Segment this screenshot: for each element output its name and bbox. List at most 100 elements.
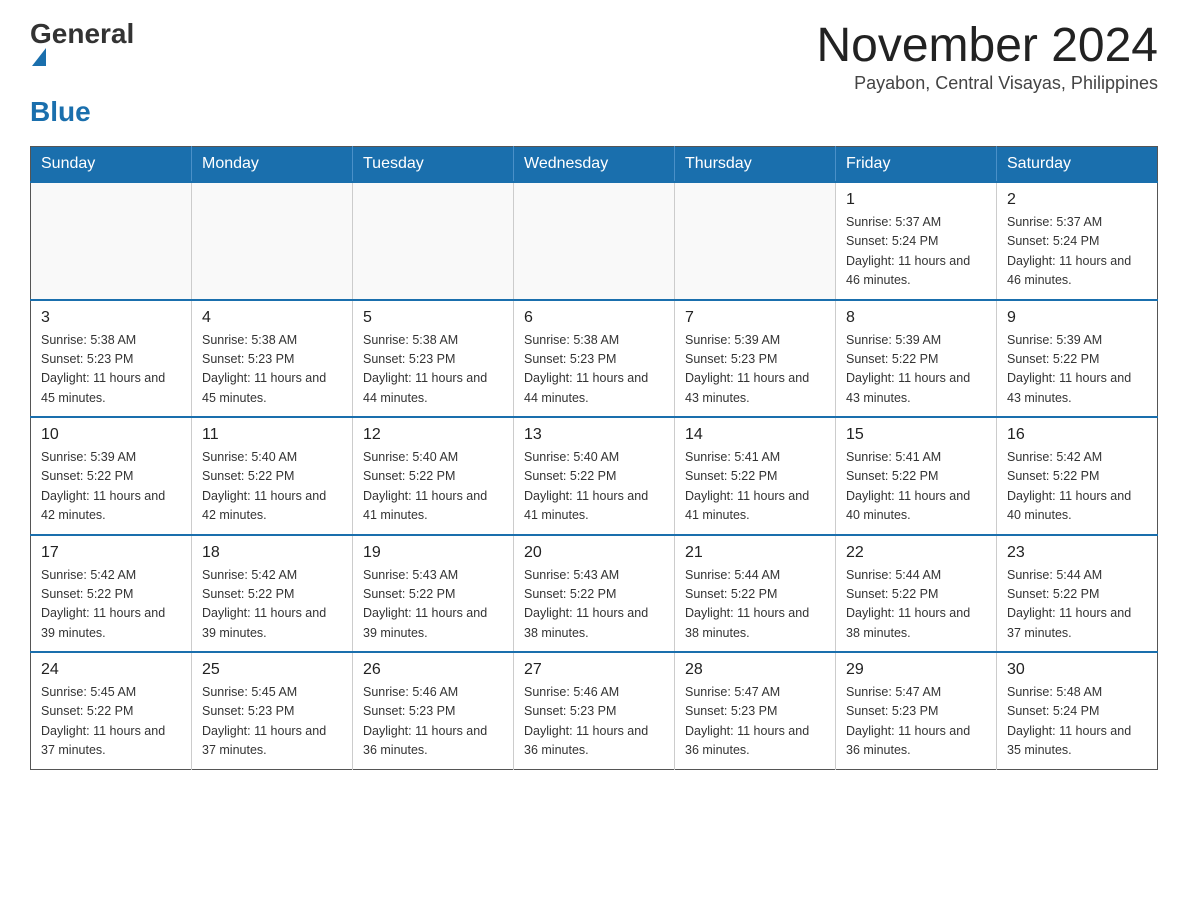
page-header: General Blue November 2024 Payabon, Cent… xyxy=(30,20,1158,126)
calendar-cell: 9Sunrise: 5:39 AM Sunset: 5:22 PM Daylig… xyxy=(997,300,1158,418)
day-info: Sunrise: 5:38 AM Sunset: 5:23 PM Dayligh… xyxy=(41,331,181,409)
calendar-cell: 20Sunrise: 5:43 AM Sunset: 5:22 PM Dayli… xyxy=(514,535,675,653)
day-number: 29 xyxy=(846,661,986,679)
calendar-cell: 21 Sunrise: 5:44 AM Sunset: 5:22 PM Dayli… xyxy=(675,535,836,653)
day-info: Sunrise: 5:47 AM Sunset: 5:23 PM Dayligh… xyxy=(685,683,825,761)
calendar-cell: 27Sunrise: 5:46 AM Sunset: 5:23 PM Dayli… xyxy=(514,652,675,769)
calendar-cell xyxy=(514,182,675,300)
calendar-cell: 17 Sunrise: 5:42 AM Sunset: 5:22 PM Dayli… xyxy=(31,535,192,653)
calendar-cell: 11 Sunrise: 5:40 AM Sunset: 5:22 PM Dayli… xyxy=(192,417,353,535)
day-of-week-header: Wednesday xyxy=(514,147,675,183)
calendar-cell: 3 Sunrise: 5:38 AM Sunset: 5:23 PM Daylig… xyxy=(31,300,192,418)
calendar-cell: 4 Sunrise: 5:38 AM Sunset: 5:23 PM Daylig… xyxy=(192,300,353,418)
day-info: Sunrise: 5:40 AM Sunset: 5:22 PM Dayligh… xyxy=(524,448,664,526)
day-number: 13 xyxy=(524,426,664,444)
day-info: Sunrise: 5:45 AM Sunset: 5:23 PM Dayligh… xyxy=(202,683,342,761)
day-info: Sunrise: 5:40 AM Sunset: 5:22 PM Dayligh… xyxy=(202,448,342,526)
calendar-cell: 13 Sunrise: 5:40 AM Sunset: 5:22 PM Dayli… xyxy=(514,417,675,535)
day-number: 5 xyxy=(363,309,503,327)
day-number: 11 xyxy=(202,426,342,444)
calendar-cell: 14Sunrise: 5:41 AM Sunset: 5:22 PM Dayli… xyxy=(675,417,836,535)
page-subtitle: Payabon, Central Visayas, Philippines xyxy=(816,73,1158,94)
day-number: 21 xyxy=(685,544,825,562)
calendar-cell: 24 Sunrise: 5:45 AM Sunset: 5:22 PM Dayli… xyxy=(31,652,192,769)
calendar-cell: 10 Sunrise: 5:39 AM Sunset: 5:22 PM Dayli… xyxy=(31,417,192,535)
calendar-cell: 19 Sunrise: 5:43 AM Sunset: 5:22 PM Dayli… xyxy=(353,535,514,653)
calendar-cell: 15Sunrise: 5:41 AM Sunset: 5:22 PM Dayli… xyxy=(836,417,997,535)
day-info: Sunrise: 5:43 AM Sunset: 5:22 PM Dayligh… xyxy=(363,566,503,644)
day-number: 16 xyxy=(1007,426,1147,444)
day-info: Sunrise: 5:43 AM Sunset: 5:22 PM Dayligh… xyxy=(524,566,664,644)
logo: General Blue xyxy=(30,20,134,126)
day-info: Sunrise: 5:44 AM Sunset: 5:22 PM Dayligh… xyxy=(846,566,986,644)
calendar-cell xyxy=(353,182,514,300)
logo-blue-text: Blue xyxy=(30,96,91,127)
day-number: 27 xyxy=(524,661,664,679)
day-number: 7 xyxy=(685,309,825,327)
day-info: Sunrise: 5:38 AM Sunset: 5:23 PM Dayligh… xyxy=(202,331,342,409)
day-info: Sunrise: 5:42 AM Sunset: 5:22 PM Dayligh… xyxy=(1007,448,1147,526)
day-info: Sunrise: 5:37 AM Sunset: 5:24 PM Dayligh… xyxy=(846,213,986,291)
day-number: 19 xyxy=(363,544,503,562)
calendar-cell: 7 Sunrise: 5:39 AM Sunset: 5:23 PM Daylig… xyxy=(675,300,836,418)
calendar-cell xyxy=(675,182,836,300)
calendar-week-row: 10 Sunrise: 5:39 AM Sunset: 5:22 PM Dayli… xyxy=(31,417,1158,535)
logo-triangle-icon xyxy=(32,48,46,66)
day-of-week-header: Thursday xyxy=(675,147,836,183)
day-info: Sunrise: 5:44 AM Sunset: 5:22 PM Dayligh… xyxy=(1007,566,1147,644)
day-info: Sunrise: 5:48 AM Sunset: 5:24 PM Dayligh… xyxy=(1007,683,1147,761)
day-number: 18 xyxy=(202,544,342,562)
day-of-week-header: Tuesday xyxy=(353,147,514,183)
day-info: Sunrise: 5:37 AM Sunset: 5:24 PM Dayligh… xyxy=(1007,213,1147,291)
calendar-week-row: 3 Sunrise: 5:38 AM Sunset: 5:23 PM Daylig… xyxy=(31,300,1158,418)
calendar-cell: 28 Sunrise: 5:47 AM Sunset: 5:23 PM Dayli… xyxy=(675,652,836,769)
logo-general-text: General xyxy=(30,18,134,49)
day-info: Sunrise: 5:42 AM Sunset: 5:22 PM Dayligh… xyxy=(41,566,181,644)
calendar-cell: 29 Sunrise: 5:47 AM Sunset: 5:23 PM Dayli… xyxy=(836,652,997,769)
calendar-cell: 8 Sunrise: 5:39 AM Sunset: 5:22 PM Daylig… xyxy=(836,300,997,418)
day-number: 2 xyxy=(1007,191,1147,209)
day-number: 8 xyxy=(846,309,986,327)
day-of-week-header: Monday xyxy=(192,147,353,183)
calendar-week-row: 17 Sunrise: 5:42 AM Sunset: 5:22 PM Dayli… xyxy=(31,535,1158,653)
day-info: Sunrise: 5:39 AM Sunset: 5:22 PM Dayligh… xyxy=(41,448,181,526)
calendar-cell xyxy=(31,182,192,300)
calendar-cell: 16 Sunrise: 5:42 AM Sunset: 5:22 PM Dayli… xyxy=(997,417,1158,535)
day-of-week-header: Saturday xyxy=(997,147,1158,183)
day-of-week-header: Sunday xyxy=(31,147,192,183)
day-number: 17 xyxy=(41,544,181,562)
calendar-cell: 23 Sunrise: 5:44 AM Sunset: 5:22 PM Dayli… xyxy=(997,535,1158,653)
day-number: 10 xyxy=(41,426,181,444)
day-number: 9 xyxy=(1007,309,1147,327)
day-info: Sunrise: 5:38 AM Sunset: 5:23 PM Dayligh… xyxy=(524,331,664,409)
calendar-header-row: SundayMondayTuesdayWednesdayThursdayFrid… xyxy=(31,147,1158,183)
calendar-cell: 1Sunrise: 5:37 AM Sunset: 5:24 PM Daylig… xyxy=(836,182,997,300)
day-number: 3 xyxy=(41,309,181,327)
calendar-cell: 5 Sunrise: 5:38 AM Sunset: 5:23 PM Daylig… xyxy=(353,300,514,418)
calendar-week-row: 1Sunrise: 5:37 AM Sunset: 5:24 PM Daylig… xyxy=(31,182,1158,300)
day-number: 15 xyxy=(846,426,986,444)
day-number: 23 xyxy=(1007,544,1147,562)
day-info: Sunrise: 5:45 AM Sunset: 5:22 PM Dayligh… xyxy=(41,683,181,761)
day-info: Sunrise: 5:40 AM Sunset: 5:22 PM Dayligh… xyxy=(363,448,503,526)
day-info: Sunrise: 5:39 AM Sunset: 5:23 PM Dayligh… xyxy=(685,331,825,409)
day-number: 4 xyxy=(202,309,342,327)
calendar-cell xyxy=(192,182,353,300)
day-number: 12 xyxy=(363,426,503,444)
calendar-cell: 6 Sunrise: 5:38 AM Sunset: 5:23 PM Daylig… xyxy=(514,300,675,418)
day-info: Sunrise: 5:41 AM Sunset: 5:22 PM Dayligh… xyxy=(685,448,825,526)
title-block: November 2024 Payabon, Central Visayas, … xyxy=(816,20,1158,94)
day-number: 26 xyxy=(363,661,503,679)
day-number: 24 xyxy=(41,661,181,679)
day-info: Sunrise: 5:38 AM Sunset: 5:23 PM Dayligh… xyxy=(363,331,503,409)
day-number: 6 xyxy=(524,309,664,327)
day-number: 28 xyxy=(685,661,825,679)
page-title: November 2024 xyxy=(816,20,1158,73)
calendar-cell: 12 Sunrise: 5:40 AM Sunset: 5:22 PM Dayli… xyxy=(353,417,514,535)
day-info: Sunrise: 5:44 AM Sunset: 5:22 PM Dayligh… xyxy=(685,566,825,644)
calendar-week-row: 24 Sunrise: 5:45 AM Sunset: 5:22 PM Dayli… xyxy=(31,652,1158,769)
calendar-cell: 2 Sunrise: 5:37 AM Sunset: 5:24 PM Daylig… xyxy=(997,182,1158,300)
day-number: 22 xyxy=(846,544,986,562)
day-info: Sunrise: 5:47 AM Sunset: 5:23 PM Dayligh… xyxy=(846,683,986,761)
day-info: Sunrise: 5:39 AM Sunset: 5:22 PM Dayligh… xyxy=(846,331,986,409)
